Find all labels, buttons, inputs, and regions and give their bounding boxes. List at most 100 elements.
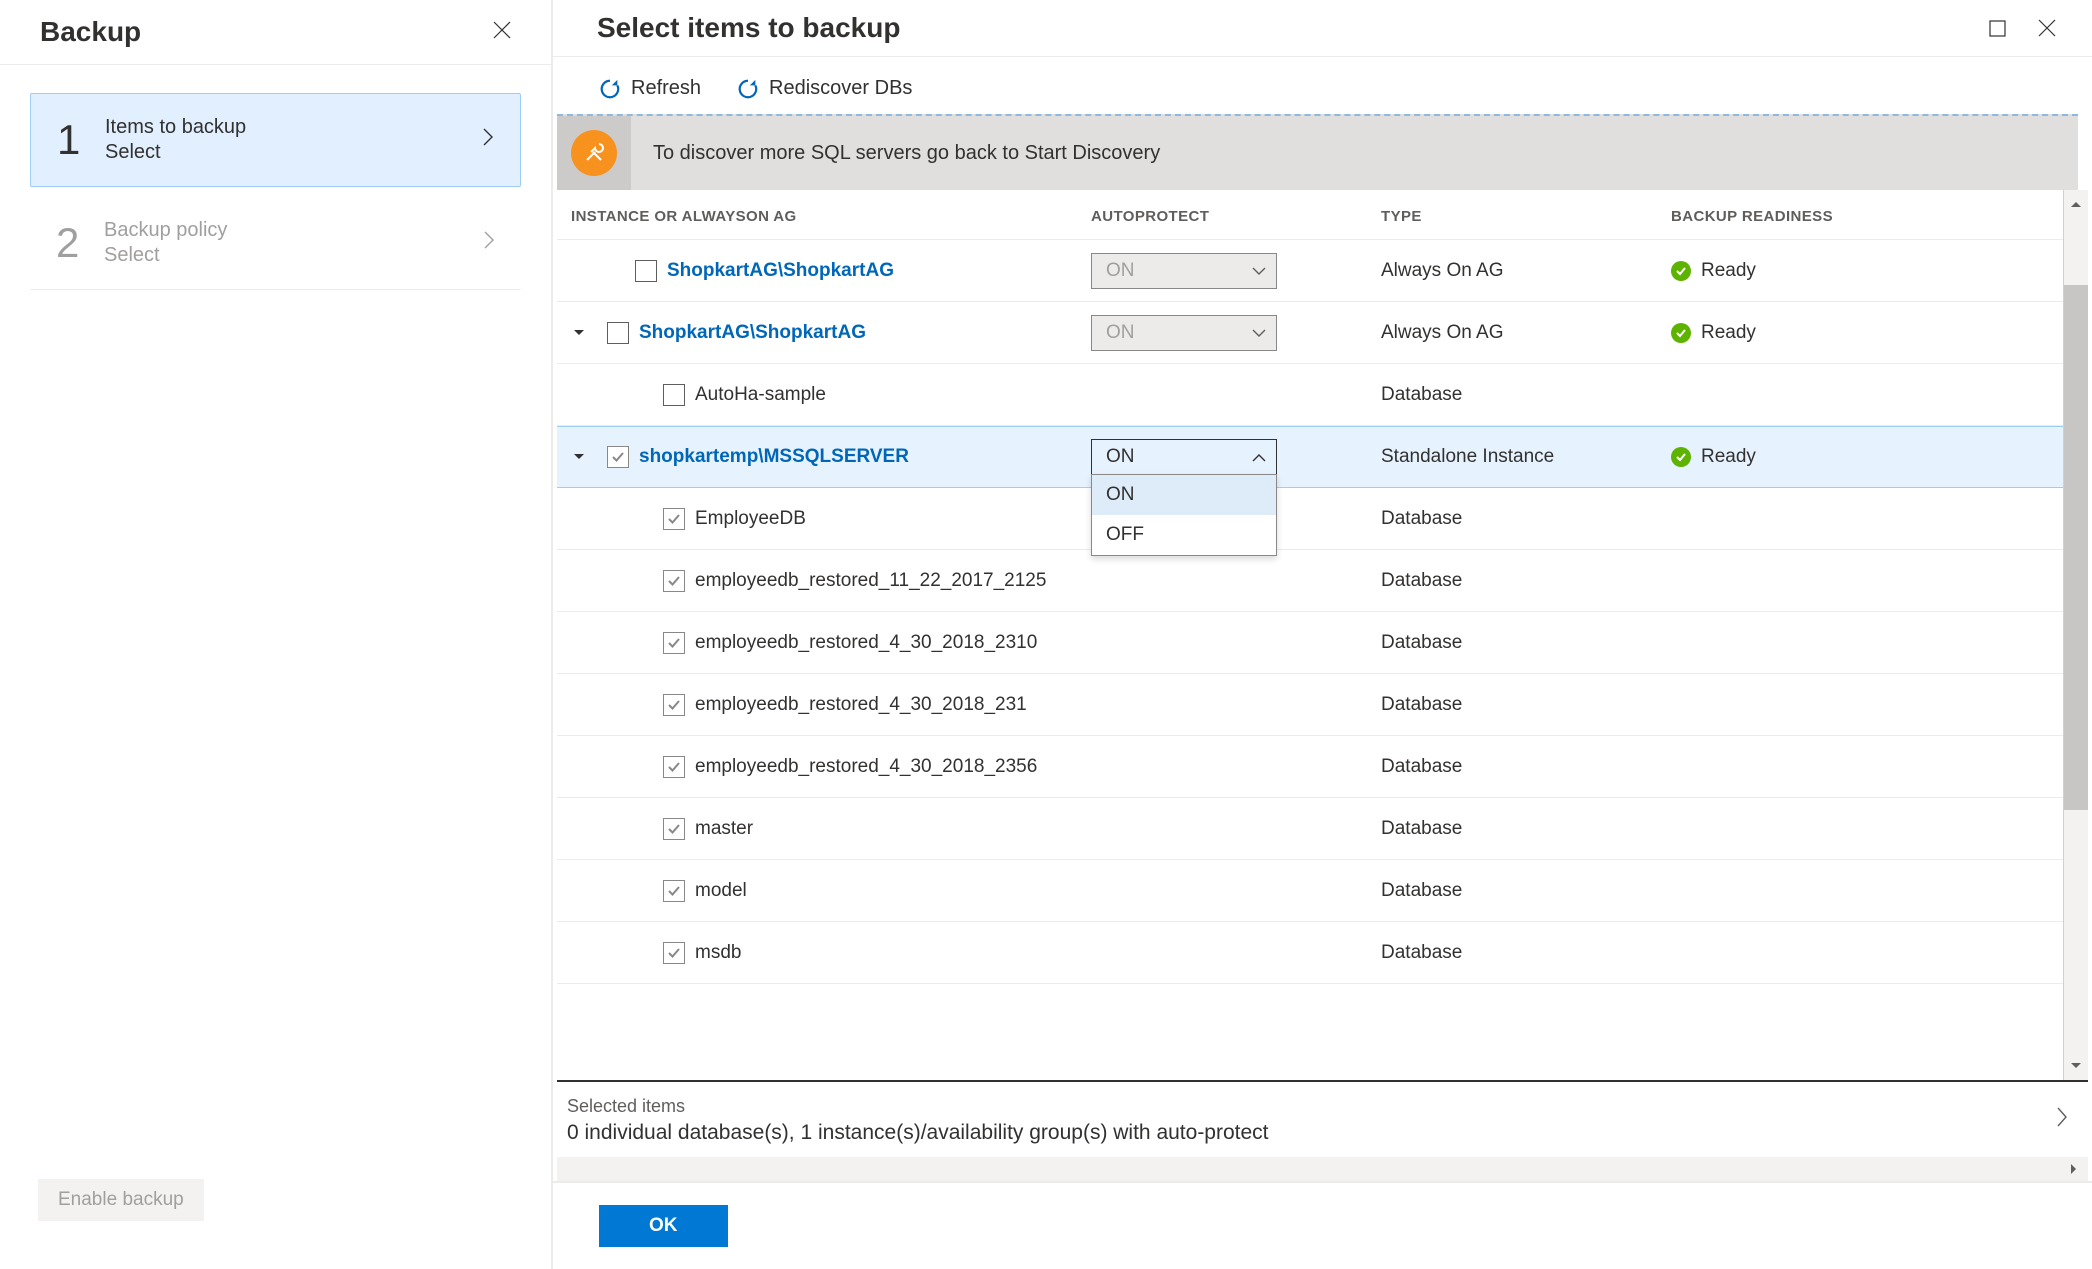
cell-autoprotect: ONONOFF — [1091, 439, 1381, 475]
selected-items-summary[interactable]: Selected items 0 individual database(s),… — [557, 1080, 2088, 1157]
table-row[interactable]: employeedb_restored_11_22_2017_2125 Datab… — [557, 550, 2063, 612]
col-type: TYPE — [1381, 208, 1671, 225]
scroll-up-icon[interactable] — [2064, 190, 2088, 218]
scroll-thumb[interactable] — [2064, 285, 2088, 810]
table-row[interactable]: AutoHa-sampleDatabase — [557, 364, 2063, 426]
cell-name: EmployeeDB — [571, 508, 1091, 530]
rediscover-label: Rediscover DBs — [769, 77, 912, 100]
cell-type: Database — [1381, 570, 1671, 592]
page-title: Select items to backup — [597, 12, 900, 44]
info-text: To discover more SQL servers go back to … — [631, 142, 1182, 165]
row-checkbox[interactable] — [663, 384, 685, 406]
autoprotect-select: ON — [1091, 253, 1277, 289]
expand-icon[interactable] — [571, 329, 587, 337]
instance-link[interactable]: ShopkartAG\ShopkartAG — [639, 322, 866, 344]
table-row[interactable]: ShopkartAG\ShopkartAGONAlways On AGReady — [557, 240, 2063, 302]
row-checkbox[interactable] — [607, 446, 629, 468]
main: Select items to backup Refresh Rediscove… — [552, 0, 2092, 1269]
close-icon[interactable] — [2032, 15, 2062, 41]
ok-button[interactable]: OK — [599, 1205, 728, 1247]
window-controls — [1983, 15, 2062, 41]
items-table: INSTANCE OR ALWAYSON AG AUTOPROTECT TYPE… — [557, 190, 2064, 1080]
database-name: employeedb_restored_4_30_2018_2310 — [695, 632, 1037, 654]
cell-name: employeedb_restored_4_30_2018_2356 — [571, 756, 1091, 778]
cell-type: Database — [1381, 880, 1671, 902]
autoprotect-value: ON — [1106, 446, 1135, 468]
row-checkbox[interactable] — [663, 570, 685, 592]
cell-name: employeedb_restored_4_30_2018_231 — [571, 694, 1091, 716]
vertical-scrollbar[interactable] — [2064, 190, 2088, 1080]
toolbar: Refresh Rediscover DBs — [553, 57, 2092, 114]
row-checkbox[interactable] — [663, 508, 685, 530]
step-sub: Select — [105, 141, 482, 164]
instance-link[interactable]: shopkartemp\MSSQLSERVER — [639, 446, 909, 468]
status-text: Ready — [1701, 446, 1756, 468]
refresh-icon — [599, 78, 621, 100]
row-checkbox[interactable] — [663, 632, 685, 654]
row-checkbox[interactable] — [607, 322, 629, 344]
autoprotect-value: ON — [1106, 322, 1135, 344]
dropdown-option-on[interactable]: ON — [1092, 475, 1276, 515]
cell-name: employeedb_restored_11_22_2017_2125 — [571, 570, 1091, 592]
cell-readiness: Ready — [1671, 446, 2049, 468]
summary-text: Selected items 0 individual database(s),… — [567, 1096, 1269, 1145]
table-row[interactable]: model Database — [557, 860, 2063, 922]
info-banner: To discover more SQL servers go back to … — [557, 114, 2078, 190]
cell-type: Always On AG — [1381, 322, 1671, 344]
status-badge: Ready — [1671, 260, 2049, 282]
row-checkbox[interactable] — [663, 818, 685, 840]
scroll-track[interactable] — [2064, 218, 2088, 1052]
close-icon[interactable] — [485, 14, 519, 50]
cell-type: Database — [1381, 756, 1671, 778]
row-checkbox[interactable] — [663, 756, 685, 778]
check-circle-icon — [1671, 447, 1691, 467]
step-text: Items to backup Select — [105, 116, 482, 164]
table-row[interactable]: ShopkartAG\ShopkartAG ON Always On AGReady — [557, 302, 2063, 364]
sidebar-title: Backup — [40, 16, 141, 48]
maximize-icon[interactable] — [1983, 16, 2012, 41]
step-label: Items to backup — [105, 116, 482, 139]
table-row[interactable]: shopkartemp\MSSQLSERVERONONOFFStandalone… — [557, 426, 2063, 488]
table-row[interactable]: EmployeeDB Database — [557, 488, 2063, 550]
dropdown-option-off[interactable]: OFF — [1092, 515, 1276, 555]
database-name: model — [695, 880, 747, 902]
cell-name: shopkartemp\MSSQLSERVER — [571, 446, 1091, 468]
autoprotect-select[interactable]: ONONOFF — [1091, 439, 1277, 475]
enable-backup-button: Enable backup — [38, 1179, 204, 1221]
col-readiness: BACKUP READINESS — [1671, 208, 2049, 225]
cell-name: AutoHa-sample — [571, 384, 1091, 406]
row-checkbox[interactable] — [635, 260, 657, 282]
instance-link[interactable]: ShopkartAG\ShopkartAG — [667, 260, 894, 282]
chevron-right-icon — [482, 127, 494, 153]
chevron-right-icon[interactable] — [2056, 1106, 2068, 1135]
row-checkbox[interactable] — [663, 694, 685, 716]
step-items-to-backup[interactable]: 1 Items to backup Select — [30, 93, 521, 187]
scroll-right-icon[interactable] — [2060, 1157, 2088, 1181]
cell-type: Database — [1381, 508, 1671, 530]
refresh-button[interactable]: Refresh — [599, 77, 701, 100]
row-checkbox[interactable] — [663, 880, 685, 902]
table-header: INSTANCE OR ALWAYSON AG AUTOPROTECT TYPE… — [557, 190, 2063, 240]
status-badge: Ready — [1671, 322, 2049, 344]
horizontal-scrollbar[interactable] — [557, 1157, 2088, 1181]
scroll-down-icon[interactable] — [2064, 1052, 2088, 1080]
check-circle-icon — [1671, 323, 1691, 343]
rediscover-button[interactable]: Rediscover DBs — [737, 77, 912, 100]
autoprotect-dropdown[interactable]: ONOFF — [1091, 474, 1277, 556]
step-backup-policy[interactable]: 2 Backup policy Select — [30, 197, 521, 290]
row-checkbox[interactable] — [663, 942, 685, 964]
table-row[interactable]: msdbDatabase — [557, 922, 2063, 984]
chevron-right-icon — [483, 230, 495, 256]
table-row[interactable]: employeedb_restored_4_30_2018_2310Databa… — [557, 612, 2063, 674]
main-header: Select items to backup — [553, 0, 2092, 57]
cell-name: employeedb_restored_4_30_2018_2310 — [571, 632, 1091, 654]
info-icon-wrap — [557, 116, 631, 190]
expand-icon[interactable] — [571, 453, 587, 461]
table-row[interactable]: masterDatabase — [557, 798, 2063, 860]
refresh-icon — [737, 78, 759, 100]
tools-icon — [571, 130, 617, 176]
table-row[interactable]: employeedb_restored_4_30_2018_231Databas… — [557, 674, 2063, 736]
database-name: msdb — [695, 942, 741, 964]
table-row[interactable]: employeedb_restored_4_30_2018_2356 Databa… — [557, 736, 2063, 798]
autoprotect-select: ON — [1091, 315, 1277, 351]
